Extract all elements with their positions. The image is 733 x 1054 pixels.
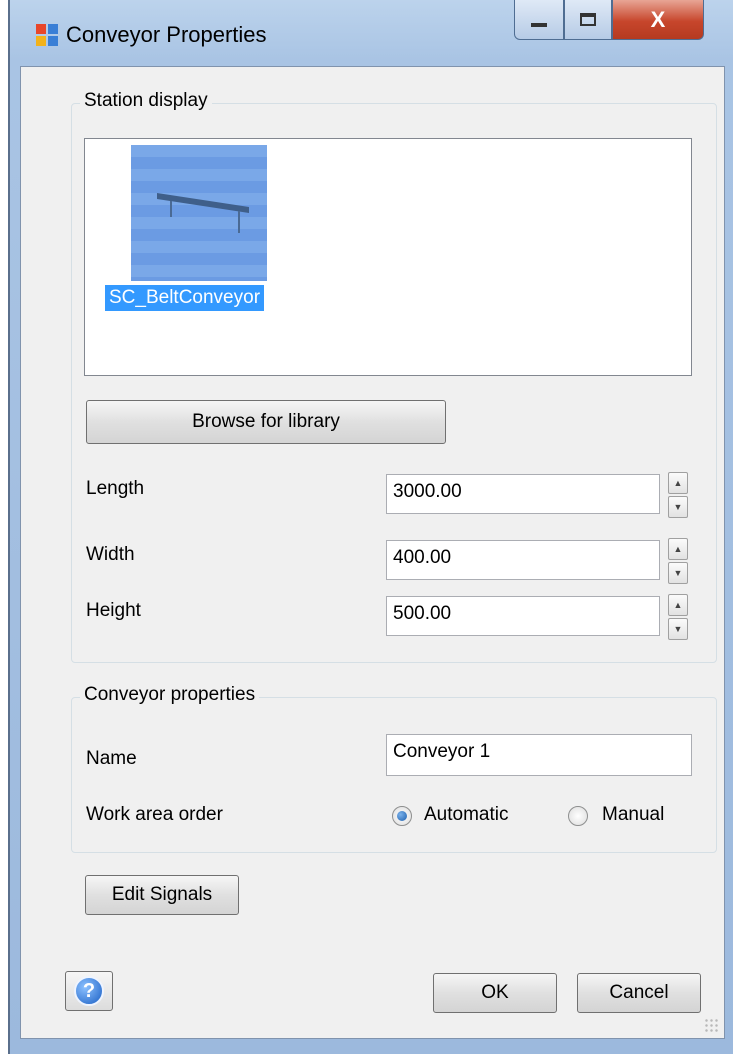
automatic-radio-label[interactable]: Automatic [424, 804, 508, 826]
station-listview[interactable]: SC_BeltConveyor [84, 138, 692, 376]
height-spinner[interactable]: ▲ ▼ [668, 594, 688, 640]
cancel-button[interactable]: Cancel [577, 973, 701, 1013]
edit-signals-button[interactable]: Edit Signals [85, 875, 239, 915]
conveyor-properties-legend: Conveyor properties [80, 684, 260, 706]
manual-radio[interactable] [568, 806, 588, 826]
spin-down-icon[interactable]: ▼ [668, 618, 688, 640]
close-icon: X [650, 6, 666, 32]
station-item-label[interactable]: SC_BeltConveyor [105, 285, 265, 311]
manual-radio-label[interactable]: Manual [602, 804, 664, 826]
window-title: Conveyor Properties [66, 22, 267, 47]
resize-grip-icon[interactable] [704, 1018, 720, 1034]
height-input[interactable]: 500.00 [386, 596, 660, 636]
height-label: Height [86, 600, 141, 621]
length-spinner[interactable]: ▲ ▼ [668, 472, 688, 518]
work-area-order-label: Work area order [86, 804, 223, 825]
length-input[interactable]: 3000.00 [386, 474, 660, 514]
app-icon [36, 24, 58, 46]
dialog-client: Station display SC_BeltConveyor Browse f… [20, 66, 725, 1039]
minimize-icon [531, 22, 547, 27]
title-bar[interactable]: Conveyor Properties X [10, 0, 733, 66]
spin-up-icon[interactable]: ▲ [668, 472, 688, 494]
belt-conveyor-thumbnail[interactable] [131, 145, 267, 281]
close-button[interactable]: X [612, 0, 704, 40]
spin-down-icon[interactable]: ▼ [668, 496, 688, 518]
conveyor-preview-icon [157, 193, 249, 233]
station-display-group: Station display SC_BeltConveyor Browse f… [71, 90, 717, 663]
name-label: Name [86, 748, 137, 769]
spin-down-icon[interactable]: ▼ [668, 562, 688, 584]
automatic-radio[interactable] [392, 806, 412, 826]
maximize-button[interactable] [564, 0, 612, 40]
spin-up-icon[interactable]: ▲ [668, 538, 688, 560]
spin-up-icon[interactable]: ▲ [668, 594, 688, 616]
width-spinner[interactable]: ▲ ▼ [668, 538, 688, 584]
station-display-legend: Station display [80, 90, 212, 112]
length-label: Length [86, 478, 145, 499]
help-icon: ? [74, 976, 104, 1006]
conveyor-properties-group: Conveyor properties Name Conveyor 1 Work… [71, 684, 717, 853]
browse-library-button[interactable]: Browse for library [86, 400, 446, 444]
maximize-icon [580, 13, 596, 26]
minimize-button[interactable] [514, 0, 564, 40]
width-input[interactable]: 400.00 [386, 540, 660, 580]
ok-button[interactable]: OK [433, 973, 557, 1013]
name-input[interactable]: Conveyor 1 [386, 734, 692, 776]
width-label: Width [86, 544, 135, 565]
dialog-window: Conveyor Properties X Station display SC… [8, 0, 733, 1054]
help-button[interactable]: ? [65, 971, 113, 1011]
